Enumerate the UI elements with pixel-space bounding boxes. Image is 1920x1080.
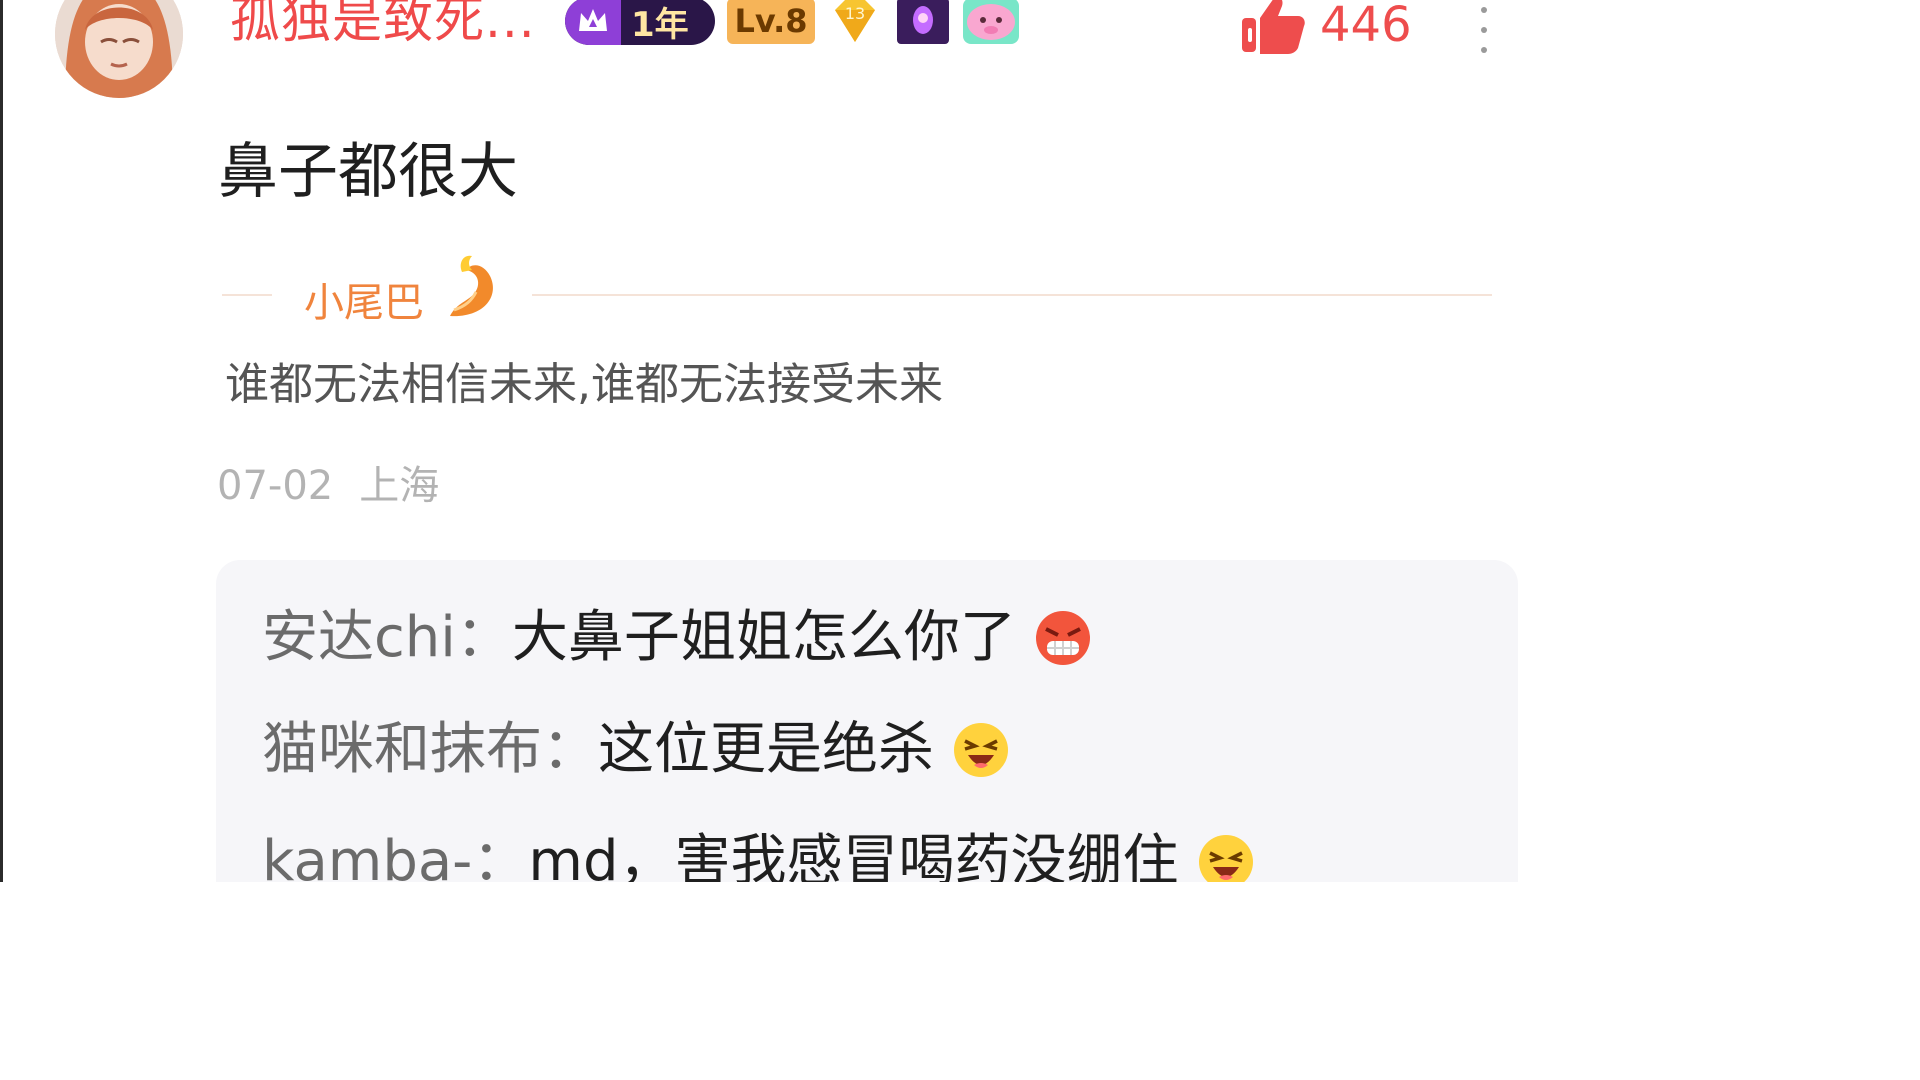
diamond-badge-icon[interactable]: 13 [827, 0, 883, 46]
avatar-image [55, 0, 183, 98]
angry-emoji-icon [1034, 609, 1092, 667]
laughing-emoji-icon [952, 721, 1010, 779]
pig-badge-icon[interactable] [963, 0, 1019, 46]
tail-line-right [532, 294, 1492, 296]
reply-author[interactable]: kamba-： [262, 824, 528, 882]
like-button[interactable]: 446 [1240, 0, 1412, 56]
window-edge [0, 0, 3, 882]
more-options-icon[interactable] [1472, 0, 1496, 60]
reply-text: 大鼻子姐姐怎么你了 [511, 605, 1016, 670]
reply-box[interactable]: 安达chi： 大鼻子姐姐怎么你了 猫咪和抹布： 这位更是绝杀 kamba-： m… [216, 560, 1518, 882]
user-avatar[interactable] [55, 0, 183, 98]
tail-divider: 小尾巴 [222, 252, 1492, 332]
fox-tail-icon [450, 255, 493, 317]
fan-badge[interactable]: 1年 [565, 0, 715, 45]
comment-text: 鼻子都很大 [218, 137, 518, 207]
laughing-emoji-icon [1197, 833, 1255, 882]
comment-date: 07-02 [217, 463, 334, 509]
comment-meta: 07-02 上海 [217, 458, 439, 514]
crown-icon [565, 0, 621, 45]
diamond-number: 13 [845, 4, 865, 23]
comment-screen: 孤独是致死... 1年 Lv.8 13 446 鼻子都很大 小尾巴 谁都无法相信… [0, 0, 1568, 882]
reply-item[interactable]: 猫咪和抹布： 这位更是绝杀 [262, 712, 1010, 788]
signature-text: 谁都无法相信未来,谁都无法接受未来 [225, 359, 943, 410]
username[interactable]: 孤独是致死... [230, 0, 536, 52]
tail-line-left [222, 294, 272, 296]
comment-location: 上海 [359, 463, 440, 509]
reply-text: md，害我感冒喝药没绷住 [528, 829, 1179, 882]
reply-item[interactable]: kamba-： md，害我感冒喝药没绷住 [262, 824, 1255, 882]
reply-text: 这位更是绝杀 [598, 717, 934, 782]
fan-badge-label: 1年 [631, 4, 689, 45]
tail-label: 小尾巴 [304, 280, 424, 326]
like-count: 446 [1320, 0, 1412, 53]
thumbs-up-icon [1242, 0, 1305, 54]
purple-badge-icon[interactable] [895, 0, 951, 46]
reply-author[interactable]: 安达chi： [262, 600, 512, 676]
user-badges: 1年 Lv.8 13 [565, 0, 1019, 48]
reply-author[interactable]: 猫咪和抹布： [262, 712, 598, 788]
level-badge[interactable]: Lv.8 [727, 0, 815, 44]
reply-item[interactable]: 安达chi： 大鼻子姐姐怎么你了 [262, 600, 1092, 676]
